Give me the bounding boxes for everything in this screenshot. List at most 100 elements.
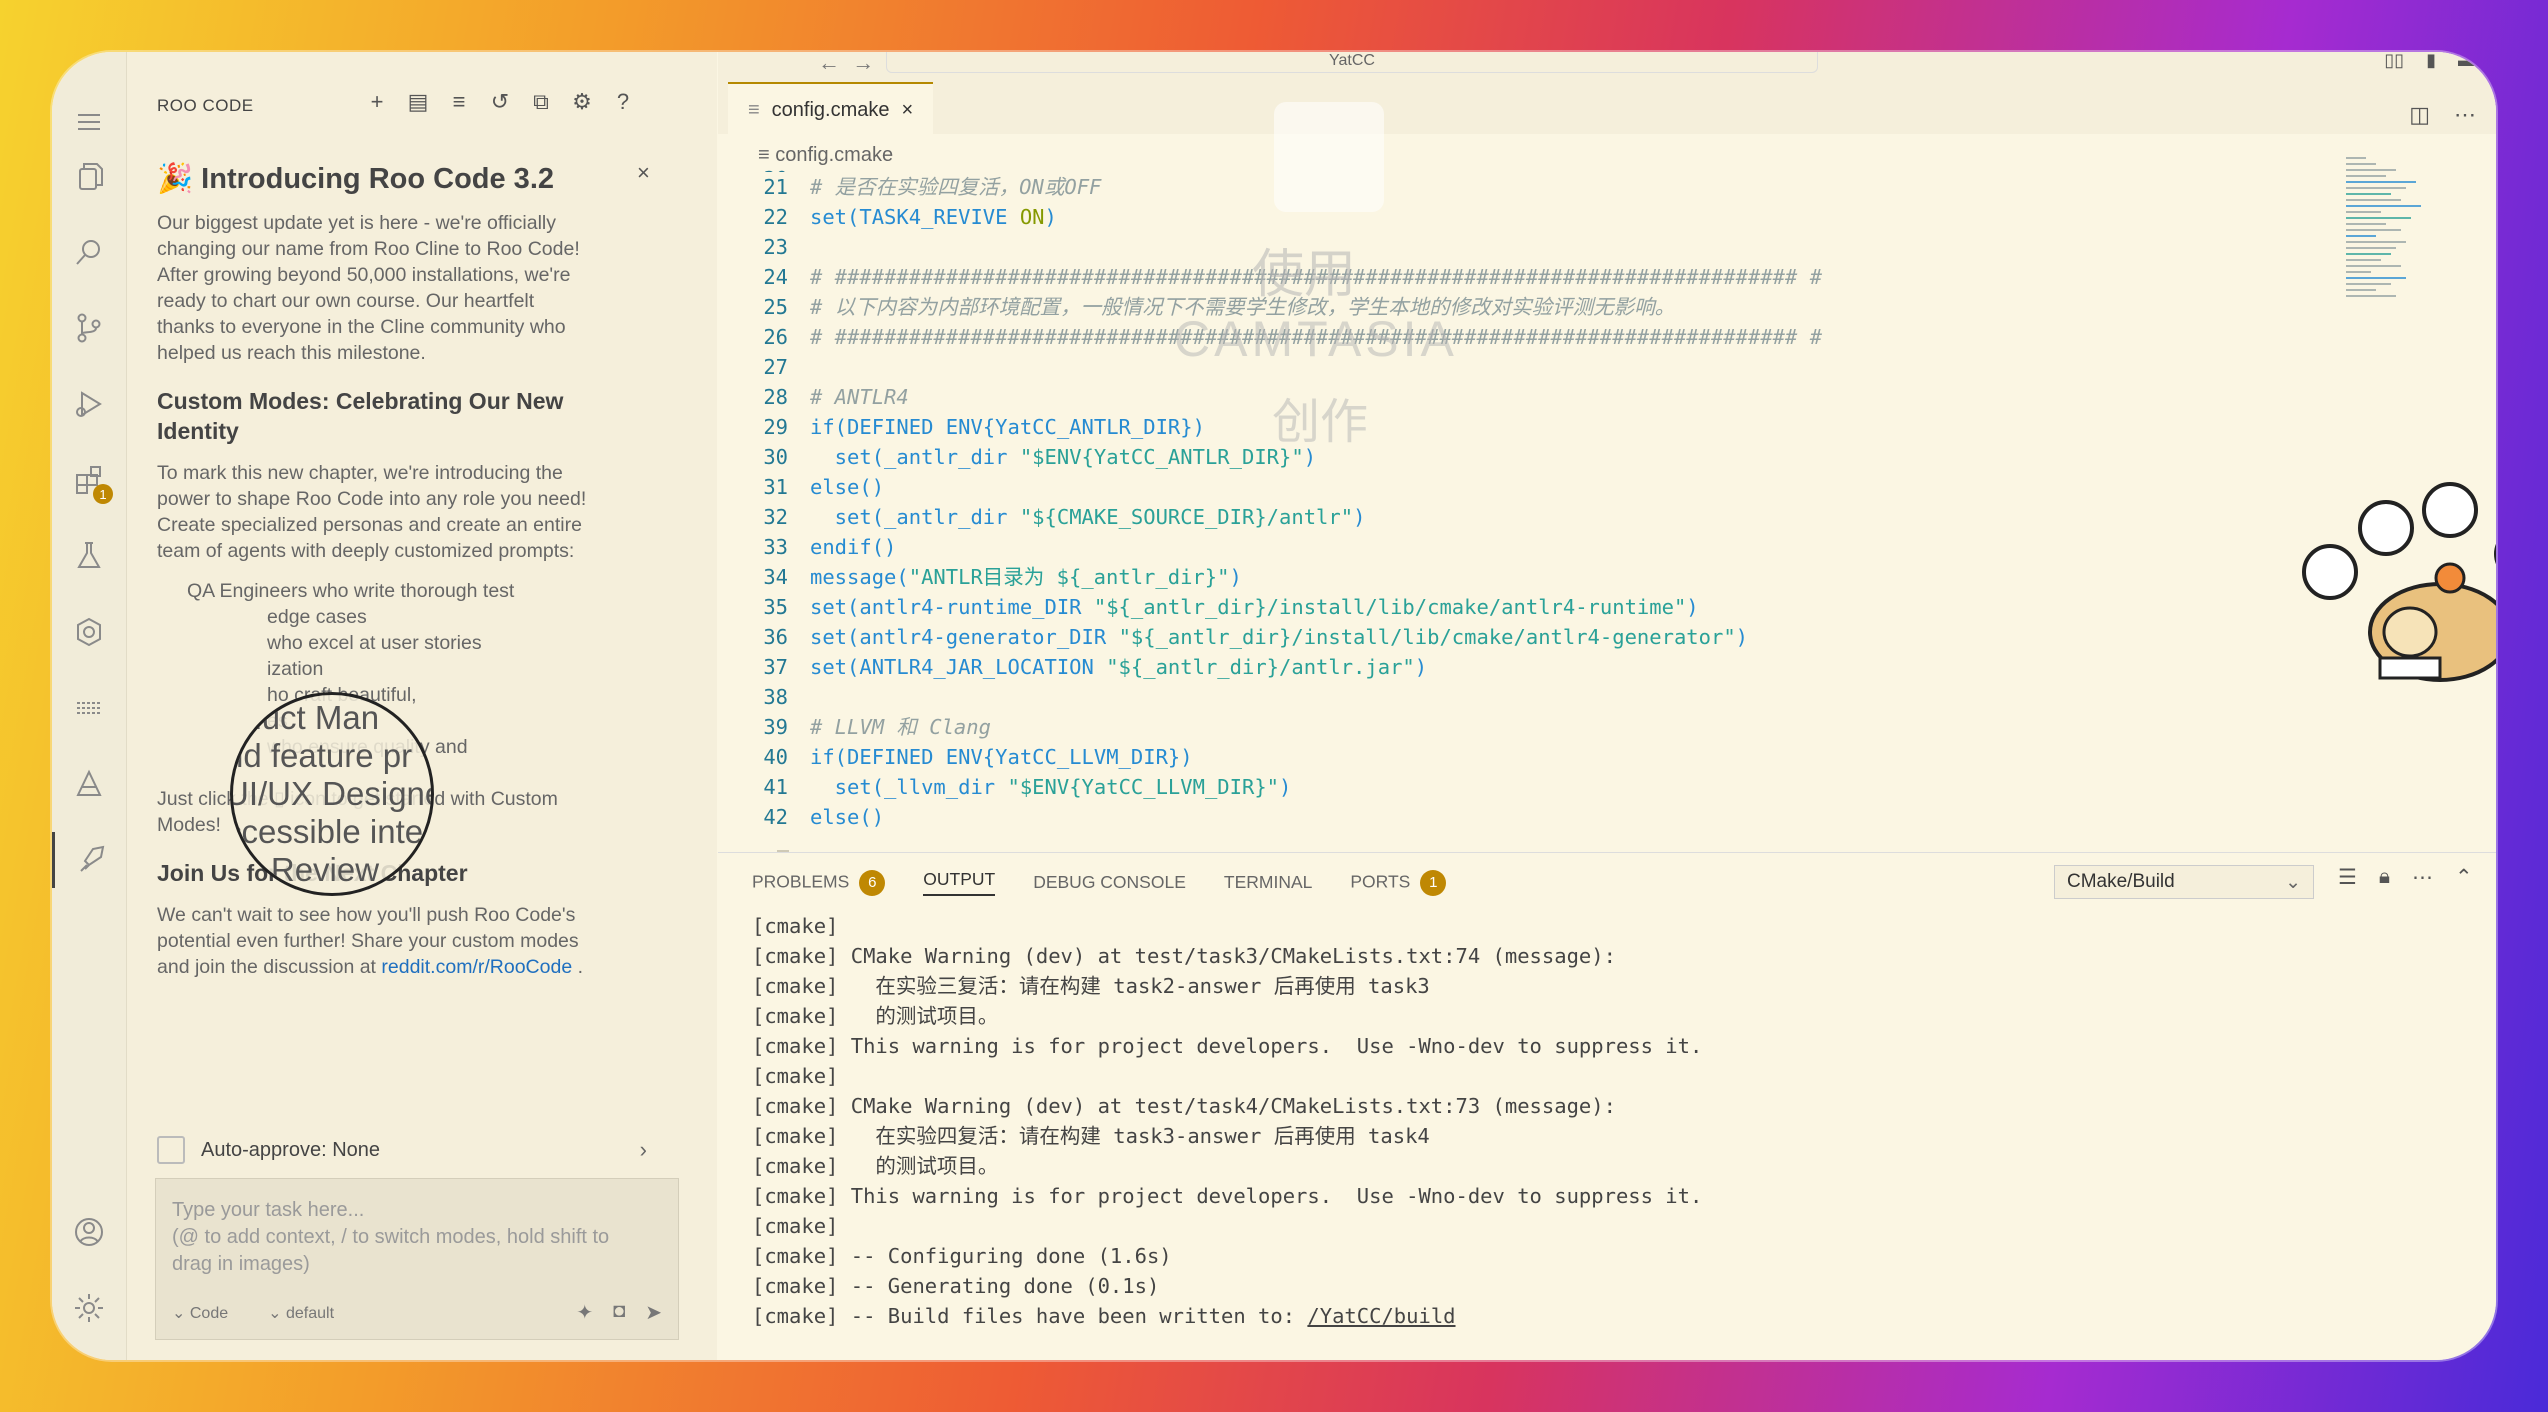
code-line[interactable]: 28 # ANTLR4 (718, 382, 2118, 412)
code-line[interactable]: 33 endif() (718, 532, 2118, 562)
help-icon[interactable]: ? (611, 90, 635, 114)
send-icon[interactable]: ➤ (645, 1300, 662, 1325)
code-line[interactable]: 31 else() (718, 472, 2118, 502)
mode-select[interactable]: ⌄ Code (172, 1303, 228, 1323)
code-line[interactable]: 20 (718, 164, 2118, 172)
open-in-editor-icon[interactable]: ⧉ (529, 90, 553, 114)
code-token: set(antlr4-generator_DIR (810, 625, 1119, 649)
lock-scroll-icon[interactable]: 🔒︎ (2379, 865, 2390, 890)
code-token: ) (1414, 655, 1428, 679)
window-controls: ▯▯ ▮ ▬ (2384, 52, 2476, 71)
auto-approve-checkbox[interactable] (157, 1136, 185, 1164)
code-line[interactable]: 42 else() (718, 802, 2118, 832)
code-token: ) (1735, 625, 1749, 649)
clear-output-icon[interactable]: ☰ (2338, 865, 2357, 890)
output-line: [cmake] 在实验三复活：请在构建 task2-answer 后再使用 ta… (752, 974, 1430, 998)
code-line[interactable]: 35 set(antlr4-runtime_DIR "${_antlr_dir}/… (718, 592, 2118, 622)
task-input[interactable]: Type your task here... (@ to add context… (155, 1178, 679, 1340)
line-number: 30 (763, 445, 788, 469)
new-task-icon[interactable]: + (365, 90, 389, 114)
maximize-panel-icon[interactable]: ⌃ (2455, 865, 2473, 890)
history-icon[interactable]: ↺ (488, 90, 512, 114)
panel-toggle-icon[interactable]: ▬ (2458, 52, 2476, 71)
code-token: # 是否在实验四复活，ON或OFF (810, 175, 1102, 199)
line-number: 38 (763, 685, 788, 709)
output-channel-label: CMake/Build (2067, 871, 2175, 892)
code-line[interactable]: 21 # 是否在实验四复活，ON或OFF (718, 172, 2118, 202)
code-line[interactable]: 37 set(ANTLR4_JAR_LOCATION "${_antlr_dir}… (718, 652, 2118, 682)
more-icon[interactable]: ⋯ (2412, 865, 2433, 890)
codegpt-icon[interactable] (69, 688, 109, 728)
layout-icon[interactable]: ▯▯ (2384, 52, 2404, 71)
tab-config-cmake[interactable]: ≡ config.cmake × (728, 82, 934, 136)
chevron-down-icon: ⌄ (2285, 871, 2301, 893)
settings-icon[interactable]: ⚙ (570, 90, 594, 114)
code-line[interactable]: 23 (718, 232, 2118, 262)
code-line[interactable]: 29 if(DEFINED ENV{YatCC_ANTLR_DIR}) (718, 412, 2118, 442)
tab-bar: ← → YatCC ▯▯ ▮ ▬ ≡ config.cmake × ◫ ⋯ (718, 52, 2496, 136)
source-control-icon[interactable] (69, 308, 109, 348)
deploy-icon[interactable] (69, 764, 109, 804)
code-line[interactable]: 30 set(_antlr_dir "$ENV{YatCC_ANTLR_DIR}… (718, 442, 2118, 472)
output-channel-select[interactable]: CMake/Build ⌄ (2054, 865, 2314, 899)
code-token: message( (810, 565, 909, 589)
tab-debug-console[interactable]: DEBUG CONSOLE (1033, 872, 1186, 893)
custom-modes-text: To mark this new chapter, we're introduc… (157, 462, 587, 562)
bottom-panel: PROBLEMS 6 OUTPUT DEBUG CONSOLE TERMINAL … (718, 852, 2496, 1360)
output-line: [cmake] This warning is for project deve… (752, 1034, 1703, 1058)
command-center[interactable]: YatCC (886, 52, 1818, 73)
search-icon[interactable] (69, 232, 109, 272)
code-line[interactable]: 24 # ####################################… (718, 262, 2118, 292)
close-panel-icon[interactable]: × (2495, 865, 2496, 890)
build-path-link[interactable]: /YatCC/build (1307, 1304, 1455, 1328)
auto-approve-row[interactable]: Auto-approve: None › (157, 1130, 647, 1170)
chevron-right-icon[interactable]: › (640, 1137, 647, 1163)
remote-explorer-icon[interactable] (69, 612, 109, 652)
enhance-prompt-icon[interactable]: ✦ (576, 1300, 593, 1325)
menu-icon[interactable] (69, 102, 109, 142)
code-editor[interactable]: 2021# 是否在实验四复活，ON或OFF22set(TASK4_REVIVE … (718, 167, 2118, 832)
tab-problems[interactable]: PROBLEMS 6 (752, 869, 886, 896)
code-line[interactable]: 40 if(DEFINED ENV{YatCC_LLVM_DIR}) (718, 742, 2118, 772)
magnifier-text: oduct Man (230, 699, 380, 736)
reddit-link[interactable]: reddit.com/r/RooCode (381, 956, 572, 978)
sidebar-toggle-icon[interactable]: ▮ (2426, 52, 2436, 71)
camera-icon[interactable]: ◘ (613, 1300, 625, 1325)
code-token: # LLVM 和 Clang (810, 715, 991, 739)
mcp-servers-icon[interactable]: ≡ (447, 90, 471, 114)
code-line[interactable]: 34 message("ANTLR目录为 ${_antlr_dir}") (718, 562, 2118, 592)
tab-terminal[interactable]: TERMINAL (1224, 872, 1312, 893)
list-item: who excel at user stories (267, 632, 482, 654)
account-icon[interactable] (69, 1212, 109, 1252)
code-line[interactable]: 41 set(_llvm_dir "$ENV{YatCC_LLVM_DIR}") (718, 772, 2118, 802)
testing-icon[interactable] (69, 536, 109, 576)
tab-output[interactable]: OUTPUT (923, 869, 996, 896)
magnifier-text: UI/UX Designe (230, 775, 434, 812)
close-tab-icon[interactable]: × (902, 99, 914, 122)
api-config-select[interactable]: ⌄ default (268, 1303, 334, 1323)
list-item: QA Engineers who write thorough test (187, 580, 515, 602)
magnifier-text: ccessible inte (230, 813, 424, 850)
code-line[interactable]: 38 (718, 682, 2118, 712)
minimap[interactable] (2346, 152, 2436, 312)
code-line[interactable]: 39 # LLVM 和 Clang (718, 712, 2118, 742)
close-announcement-icon[interactable]: × (637, 160, 650, 186)
prompts-icon[interactable]: ▤ (406, 90, 430, 114)
output-log[interactable]: [cmake] [cmake] CMake Warning (dev) at te… (752, 911, 1702, 1331)
line-number: 23 (763, 235, 788, 259)
run-debug-icon[interactable] (69, 384, 109, 424)
panel-actions: ☰ 🔒︎ ⋯ ⌃ × (2338, 865, 2496, 890)
tab-ports[interactable]: PORTS 1 (1350, 869, 1447, 896)
explorer-icon[interactable] (69, 156, 109, 196)
code-token: "ANTLR目录为 ${_antlr_dir}" (908, 565, 1230, 589)
extensions-icon[interactable]: 1 (69, 460, 113, 504)
nav-arrows[interactable]: ← → (818, 52, 874, 76)
code-line[interactable]: 32 set(_antlr_dir "${CMAKE_SOURCE_DIR}/a… (718, 502, 2118, 532)
split-editor-icon[interactable]: ◫ (2409, 102, 2430, 128)
more-actions-icon[interactable]: ⋯ (2454, 102, 2476, 128)
code-line[interactable]: 36 set(antlr4-generator_DIR "${_antlr_dir… (718, 622, 2118, 652)
code-line[interactable]: 22 set(TASK4_REVIVE ON) (718, 202, 2118, 232)
settings-gear-icon[interactable] (69, 1288, 109, 1328)
code-token: ) (1229, 565, 1242, 589)
roo-code-icon[interactable] (52, 832, 129, 888)
